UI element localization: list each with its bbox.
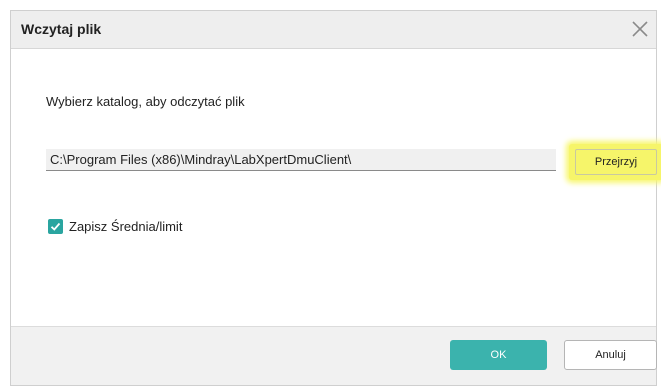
load-file-dialog: Wczytaj plik Wybierz katalog, aby odczyt…: [10, 10, 661, 386]
save-average-limit-label: Zapisz Średnia/limit: [69, 219, 183, 234]
close-button[interactable]: [628, 17, 652, 41]
browse-button[interactable]: Przejrzyj: [569, 144, 661, 180]
browse-button-label: Przejrzyj: [594, 156, 638, 168]
close-icon: [632, 21, 648, 37]
check-icon: [50, 222, 61, 231]
cancel-button[interactable]: Anuluj: [564, 340, 657, 370]
directory-path-field[interactable]: [46, 149, 556, 171]
dialog-title: Wczytaj plik: [21, 21, 102, 37]
select-directory-prompt: Wybierz katalog, aby odczytać plik: [46, 94, 245, 109]
ok-button[interactable]: OK: [450, 340, 547, 370]
save-average-limit-option[interactable]: Zapisz Średnia/limit: [48, 219, 182, 234]
dialog-titlebar: Wczytaj plik: [11, 11, 656, 49]
save-average-limit-checkbox[interactable]: [48, 219, 63, 234]
dialog-footer: OK Anuluj: [11, 326, 657, 385]
